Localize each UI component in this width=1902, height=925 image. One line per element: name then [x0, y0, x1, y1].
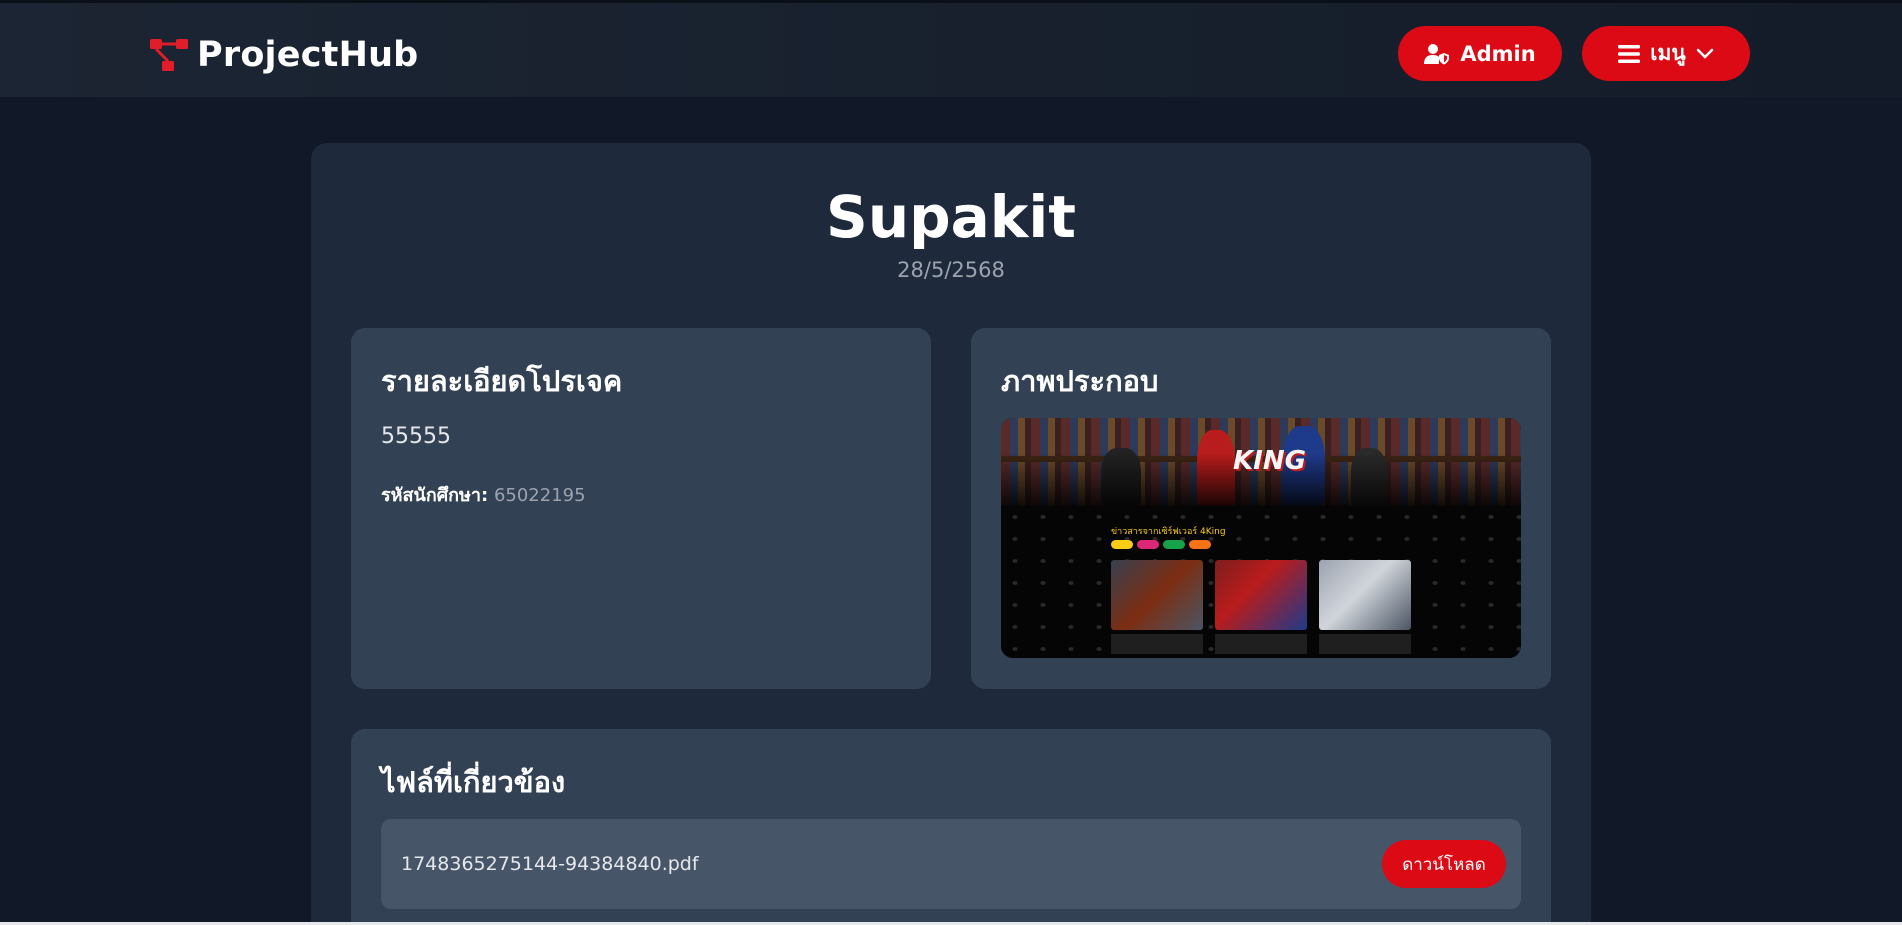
menu-dropdown-button[interactable]: เมนู: [1582, 26, 1750, 81]
student-id-label: รหัสนักศึกษา:: [381, 485, 489, 506]
illustration-caption: ข่าวสารจากเซิร์ฟเวอร์ 4King: [1111, 527, 1226, 537]
illustration-panel: ภาพประกอบ KING ข่าวสารจากเซิร์ฟเวอร์ 4Ki…: [971, 328, 1551, 689]
chevron-down-icon: [1696, 48, 1713, 59]
brand-logo[interactable]: ProjectHub: [149, 33, 418, 77]
download-button[interactable]: ดาวน์โหลด: [1382, 840, 1506, 888]
admin-button-label: Admin: [1460, 41, 1536, 66]
project-title: Supakit: [826, 183, 1076, 251]
student-id-row: รหัสนักศึกษา: 65022195: [381, 480, 586, 509]
menu-button-label: เมนู: [1650, 41, 1686, 65]
files-heading: ไฟล์ที่เกี่ยวข้อง: [381, 765, 566, 799]
project-date: 28/5/2568: [897, 258, 1005, 282]
illustration-image[interactable]: KING ข่าวสารจากเซิร์ฟเวอร์ 4King: [1001, 418, 1521, 658]
hamburger-icon: [1618, 44, 1641, 63]
top-navbar: ProjectHub Admin เมนู: [0, 0, 1902, 97]
details-text: 55555: [381, 424, 451, 449]
illustration-heading: ภาพประกอบ: [1001, 364, 1159, 398]
user-shield-icon: [1424, 43, 1450, 64]
brand-name: ProjectHub: [197, 35, 419, 75]
student-id-value: 65022195: [493, 485, 586, 506]
illustration-logo: KING: [1233, 446, 1306, 476]
file-name: 1748365275144-94384840.pdf: [401, 853, 699, 875]
project-details-panel: รายละเอียดโปรเจค 55555 รหัสนักศึกษา: 650…: [351, 328, 931, 689]
file-item: 1748365275144-94384840.pdf ดาวน์โหลด: [381, 819, 1521, 909]
related-files-panel: ไฟล์ที่เกี่ยวข้อง 1748365275144-94384840…: [351, 729, 1551, 925]
details-heading: รายละเอียดโปรเจค: [381, 364, 623, 398]
admin-button[interactable]: Admin: [1398, 26, 1562, 81]
project-diagram-icon: [150, 39, 188, 71]
